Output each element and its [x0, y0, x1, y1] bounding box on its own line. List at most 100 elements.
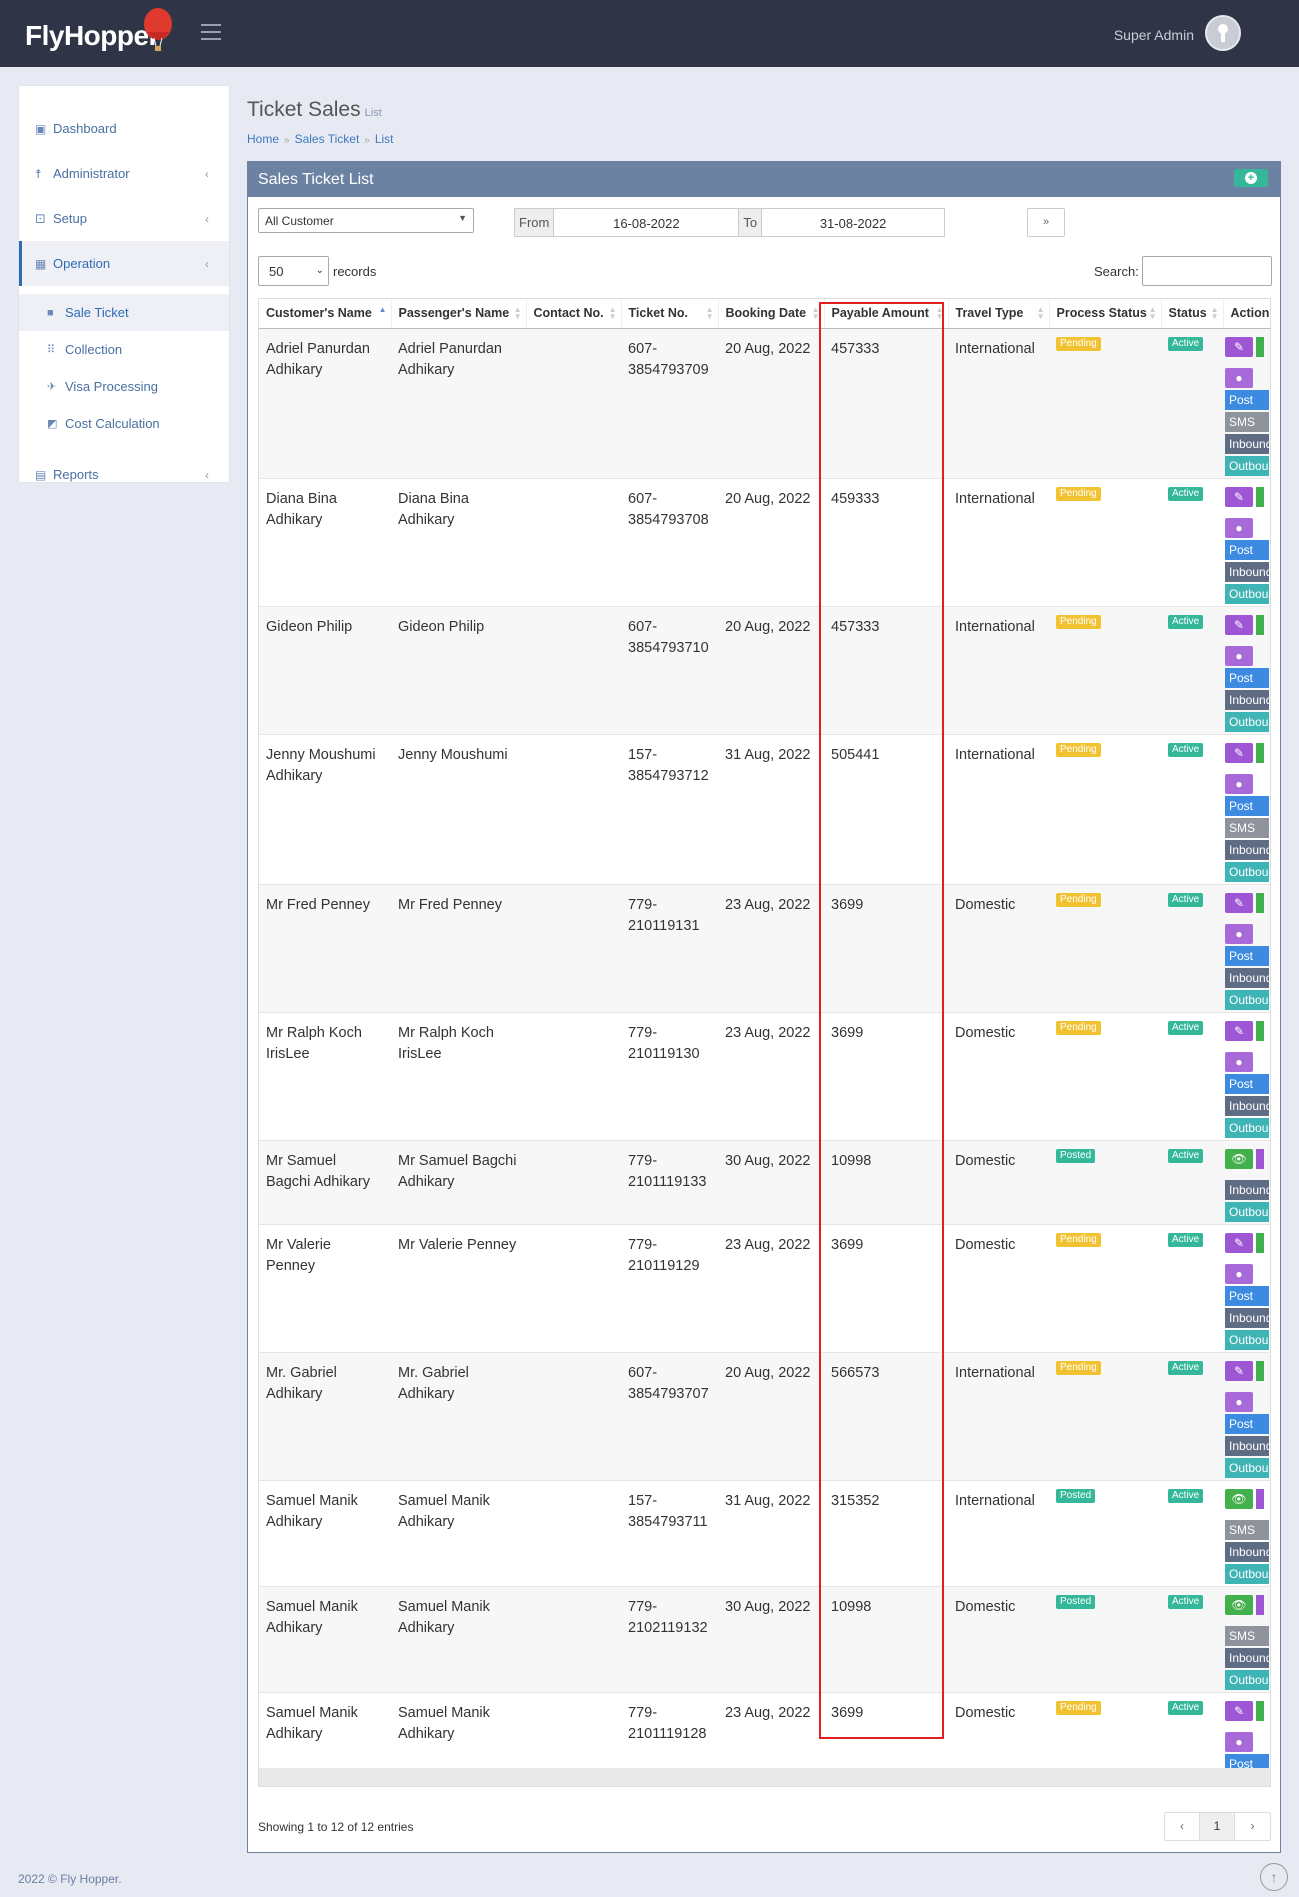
sidebar-subitem-sale-ticket[interactable]: ■ Sale Ticket [19, 294, 229, 331]
inbound-button[interactable]: Inbound [1225, 689, 1269, 710]
column-header[interactable]: Contact No. ▲ ▼ [526, 299, 622, 329]
inbound-button[interactable]: Inbound [1225, 967, 1269, 988]
toggle-button[interactable]: ● [1225, 645, 1253, 666]
delete-button[interactable] [1256, 614, 1264, 635]
edit-button[interactable]: ✎ [1225, 1232, 1253, 1253]
filter-submit-button[interactable]: » [1027, 208, 1065, 237]
sms-button[interactable]: SMS [1225, 817, 1269, 838]
to-date-input[interactable]: 31-08-2022 [762, 209, 944, 236]
column-header[interactable]: Process Status ▲ ▼ [1049, 299, 1162, 329]
inbound-button[interactable]: Inbound [1225, 1095, 1269, 1116]
add-ticket-button[interactable]: + [1234, 169, 1268, 187]
user-avatar[interactable] [1205, 15, 1241, 51]
outbound-button[interactable]: Outbound [1225, 989, 1269, 1010]
view-button[interactable]: 👁 [1225, 1148, 1253, 1169]
post-button[interactable]: Post [1225, 1073, 1269, 1094]
search-input[interactable] [1142, 256, 1272, 286]
customer-select[interactable]: All Customer ▼ [258, 208, 474, 233]
edit-button[interactable]: ✎ [1225, 1020, 1253, 1041]
edit-button[interactable]: ✎ [1225, 742, 1253, 763]
inbound-button[interactable]: Inbound [1225, 1307, 1269, 1328]
sidebar-item-reports[interactable]: ▤ Reports ‹ [19, 452, 229, 497]
toggle-button[interactable]: ● [1225, 517, 1253, 538]
delete-button[interactable] [1256, 1700, 1264, 1721]
toggle-button[interactable]: ● [1225, 1731, 1253, 1752]
column-header[interactable]: Travel Type ▲ ▼ [948, 299, 1050, 329]
column-header[interactable]: Passenger's Name ▲ ▼ [391, 299, 527, 329]
edit-button[interactable] [1256, 1594, 1264, 1615]
menu-toggle-icon[interactable] [201, 24, 221, 40]
pagination-page[interactable]: 1 [1200, 1813, 1235, 1840]
brand-logo[interactable]: FlyHopper [25, 8, 172, 52]
post-button[interactable]: Post [1225, 1413, 1269, 1434]
post-button[interactable]: Post [1225, 389, 1269, 410]
pagination-prev[interactable]: ‹ [1165, 1813, 1200, 1840]
outbound-button[interactable]: Outbound [1225, 1201, 1269, 1222]
outbound-button[interactable]: Outbound [1225, 861, 1269, 882]
toggle-button[interactable]: ● [1225, 1263, 1253, 1284]
inbound-button[interactable]: Inbound [1225, 839, 1269, 860]
sidebar-subitem-cost-calculation[interactable]: ◩ Cost Calculation [19, 405, 229, 442]
sms-button[interactable]: SMS [1225, 1519, 1269, 1540]
delete-button[interactable] [1256, 1232, 1264, 1253]
outbound-button[interactable]: Outbound [1225, 455, 1269, 476]
outbound-button[interactable]: Outbound [1225, 1329, 1269, 1350]
post-button[interactable]: Post [1225, 795, 1269, 816]
page-length-select[interactable]: 50 ⌄ [258, 256, 329, 286]
delete-button[interactable] [1256, 742, 1264, 763]
sms-button[interactable]: SMS [1225, 411, 1269, 432]
edit-button[interactable] [1256, 1148, 1264, 1169]
view-button[interactable]: 👁 [1225, 1594, 1253, 1615]
sidebar-item-operation[interactable]: ▦ Operation ‹ [19, 241, 229, 286]
breadcrumb-section[interactable]: Sales Ticket [295, 132, 360, 146]
outbound-button[interactable]: Outbound [1225, 1563, 1269, 1584]
toggle-button[interactable]: ● [1225, 1391, 1253, 1412]
outbound-button[interactable]: Outbound [1225, 1457, 1269, 1478]
sidebar-item-administrator[interactable]: ☨ Administrator ‹ [19, 151, 229, 196]
toggle-button[interactable]: ● [1225, 773, 1253, 794]
from-date-input[interactable]: 16-08-2022 [554, 209, 738, 236]
sidebar-subitem-collection[interactable]: ⠿ Collection [19, 331, 229, 368]
toggle-button[interactable]: ● [1225, 923, 1253, 944]
inbound-button[interactable]: Inbound [1225, 1647, 1269, 1668]
edit-button[interactable]: ✎ [1225, 486, 1253, 507]
sidebar-subitem-visa-processing[interactable]: ✈ Visa Processing [19, 368, 229, 405]
outbound-button[interactable]: Outbound [1225, 711, 1269, 732]
toggle-button[interactable]: ● [1225, 1051, 1253, 1072]
user-name[interactable]: Super Admin [1114, 27, 1194, 43]
edit-button[interactable]: ✎ [1225, 614, 1253, 635]
view-button[interactable]: 👁 [1225, 1488, 1253, 1509]
edit-button[interactable]: ✎ [1225, 336, 1253, 357]
delete-button[interactable] [1256, 892, 1264, 913]
column-header[interactable]: Ticket No. ▲ ▼ [621, 299, 719, 329]
sms-button[interactable]: SMS [1225, 1625, 1269, 1646]
edit-button[interactable]: ✎ [1225, 1700, 1253, 1721]
delete-button[interactable] [1256, 486, 1264, 507]
outbound-button[interactable]: Outbound [1225, 1669, 1269, 1690]
edit-button[interactable]: ✎ [1225, 1360, 1253, 1381]
sidebar-item-dashboard[interactable]: ▣ Dashboard [19, 106, 229, 151]
inbound-button[interactable]: Inbound [1225, 433, 1269, 454]
inbound-button[interactable]: Inbound [1225, 1541, 1269, 1562]
breadcrumb-home[interactable]: Home [247, 132, 279, 146]
delete-button[interactable] [1256, 336, 1264, 357]
column-header[interactable]: Action [1223, 299, 1270, 329]
column-header[interactable]: Status ▲ ▼ [1161, 299, 1224, 329]
post-button[interactable]: Post [1225, 667, 1269, 688]
horizontal-scrollbar[interactable] [259, 1768, 1270, 1786]
outbound-button[interactable]: Outbound [1225, 1117, 1269, 1138]
column-header[interactable]: Booking Date ▲ ▼ [718, 299, 825, 329]
scroll-top-icon[interactable]: ↑ [1260, 1863, 1288, 1891]
inbound-button[interactable]: Inbound [1225, 561, 1269, 582]
edit-button[interactable]: ✎ [1225, 892, 1253, 913]
post-button[interactable]: Post [1225, 539, 1269, 560]
toggle-button[interactable]: ● [1225, 367, 1253, 388]
inbound-button[interactable]: Inbound [1225, 1435, 1269, 1456]
edit-button[interactable] [1256, 1488, 1264, 1509]
outbound-button[interactable]: Outbound [1225, 583, 1269, 604]
sidebar-item-setup[interactable]: ⚀ Setup ‹ [19, 196, 229, 241]
delete-button[interactable] [1256, 1360, 1264, 1381]
post-button[interactable]: Post [1225, 1285, 1269, 1306]
column-header[interactable]: Customer's Name ▲ [259, 299, 392, 329]
inbound-button[interactable]: Inbound [1225, 1179, 1269, 1200]
